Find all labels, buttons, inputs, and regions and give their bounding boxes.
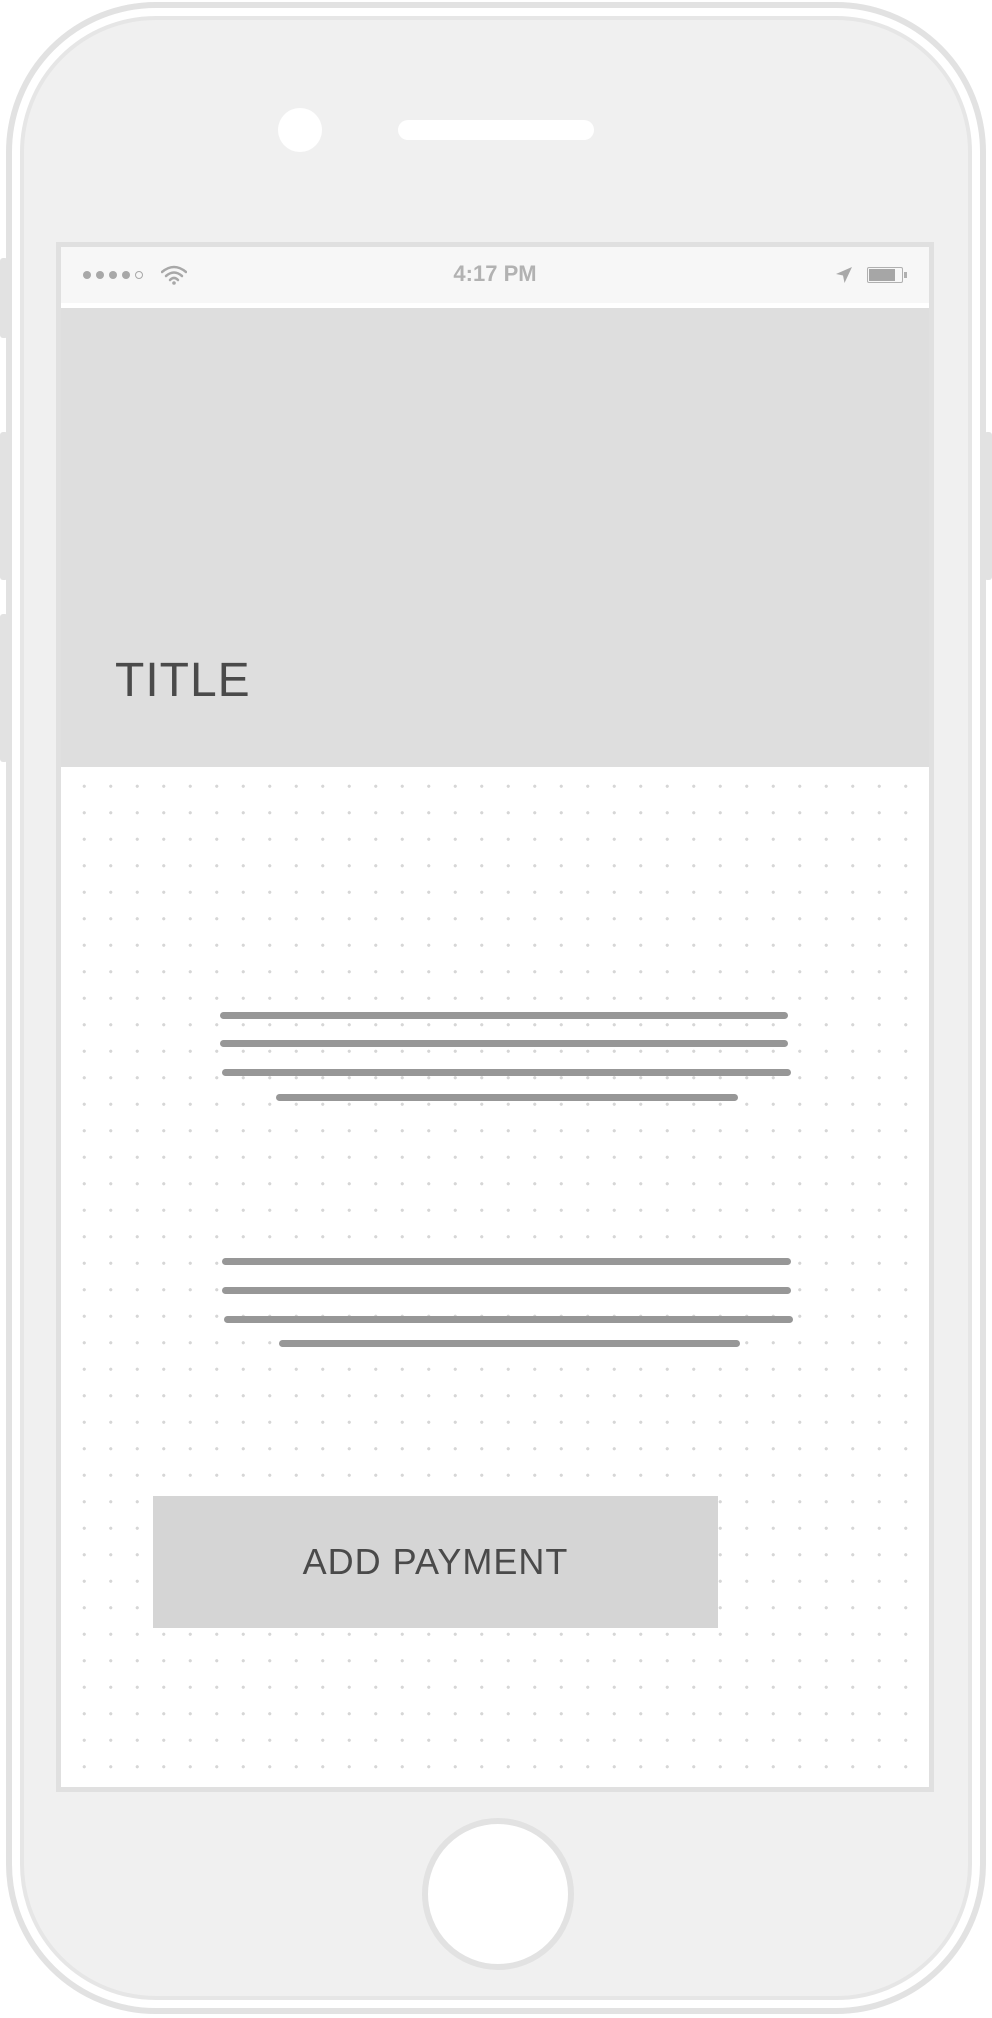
status-bar: 4:17 PM [61,247,929,308]
text-placeholder-line [224,1316,793,1323]
status-time: 4:17 PM [453,261,537,286]
text-placeholder-line [276,1094,738,1101]
header-banner: TITLE [61,308,929,767]
content-area [61,767,929,1787]
text-placeholder-line [222,1287,791,1294]
earpiece-speaker [398,120,594,140]
front-camera [278,108,322,152]
location-arrow-icon [836,267,852,283]
text-placeholder-line [220,1040,788,1047]
volume-up-button [0,432,8,580]
page-title: TITLE [115,654,251,707]
device-mockup: 4:17 PM TITLE ADD PAYMENT [0,0,992,2018]
power-button [984,432,992,580]
add-payment-button[interactable]: ADD PAYMENT [153,1496,718,1628]
text-placeholder-line [220,1012,788,1019]
battery-icon [867,267,907,285]
home-button[interactable] [422,1818,574,1970]
text-placeholder-line [279,1340,740,1347]
text-placeholder-line [222,1258,791,1265]
volume-down-button [0,614,8,762]
mute-switch [0,258,8,338]
text-placeholder-line [222,1069,791,1076]
